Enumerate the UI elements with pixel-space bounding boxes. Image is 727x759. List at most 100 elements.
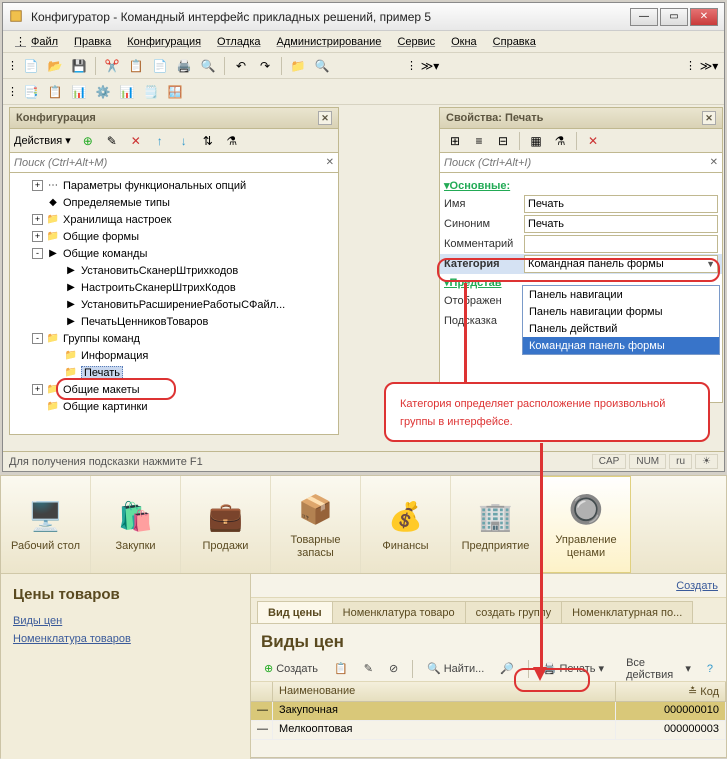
print-button2[interactable]: 🖨️Печать ▾ — [538, 660, 609, 677]
tree-item[interactable]: +📁Общие формы — [14, 228, 334, 245]
sort-icon[interactable]: ⇅ — [197, 131, 219, 151]
down-icon[interactable]: ↓ — [173, 131, 195, 151]
tree-item[interactable]: +📁Общие макеты — [14, 381, 334, 398]
tab-nom-po[interactable]: Номенклатурная по... — [561, 601, 693, 623]
close-button[interactable]: ✕ — [690, 8, 718, 26]
mark-button[interactable]: ⊘ — [384, 660, 403, 677]
link-nomenclature[interactable]: Номенклатура товаров — [13, 633, 238, 645]
tab-create-group[interactable]: создать группу — [465, 601, 562, 623]
nav-item[interactable]: 🔘Управление ценами — [541, 476, 631, 573]
menu-debug[interactable]: Отладка — [211, 34, 266, 50]
tab-price-type[interactable]: Вид цены — [257, 601, 333, 623]
menu-config[interactable]: Конфигурация — [121, 34, 207, 50]
chevron-down-icon[interactable]: ▼ — [706, 259, 715, 269]
save-button[interactable]: 💾 — [68, 56, 90, 76]
compare-button[interactable]: 🔍 — [197, 56, 219, 76]
tree-item[interactable]: ▶УстановитьСканерШтрихкодов — [14, 262, 334, 279]
expand-icon[interactable]: + — [32, 231, 43, 242]
t2-2[interactable]: 📋 — [44, 82, 66, 102]
nav-item[interactable]: 🏢Предприятие — [451, 476, 541, 573]
props-search-input[interactable] — [444, 157, 710, 169]
t2-6[interactable]: 🗒️ — [140, 82, 162, 102]
help-button[interactable]: ? — [702, 661, 718, 677]
expand-icon[interactable]: - — [32, 248, 43, 259]
cut-button[interactable]: ✂️ — [101, 56, 123, 76]
expand-icon[interactable]: + — [32, 214, 43, 225]
opt-actions-panel[interactable]: Панель действий — [523, 320, 719, 337]
clear-search2-icon[interactable]: ✕ — [710, 157, 718, 168]
find-button[interactable]: 🔍Найти... — [422, 660, 489, 677]
p-t3[interactable]: ⊟ — [492, 131, 514, 151]
table-row[interactable]: —Закупочная000000010 — [251, 702, 726, 721]
table-row[interactable]: —Мелкооптовая000000003 — [251, 721, 726, 740]
menu-windows[interactable]: Окна — [445, 34, 483, 50]
menu-admin[interactable]: Администрирование — [271, 34, 388, 50]
menu-edit[interactable]: Правка — [68, 34, 117, 50]
p-t1[interactable]: ⊞ — [444, 131, 466, 151]
section-main[interactable]: ▾Основные: — [444, 177, 718, 194]
config-search-input[interactable] — [14, 157, 326, 169]
col-name[interactable]: Наименование — [273, 682, 616, 701]
name-input[interactable] — [524, 195, 718, 213]
nav-item[interactable]: 💰Финансы — [361, 476, 451, 573]
nav-item[interactable]: 📦Товарные запасы — [271, 476, 361, 573]
p-t6[interactable]: ✕ — [582, 131, 604, 151]
nav-item[interactable]: 💼Продажи — [181, 476, 271, 573]
syn-input[interactable] — [524, 215, 718, 233]
menu-service[interactable]: Сервис — [391, 34, 441, 50]
category-combo[interactable]: Командная панель формы▼ — [524, 255, 718, 273]
config-panel-close[interactable]: ✕ — [318, 111, 332, 125]
edit2-icon[interactable]: ✎ — [101, 131, 123, 151]
new-button[interactable]: 📄 — [20, 56, 42, 76]
t2-4[interactable]: ⚙️ — [92, 82, 114, 102]
tree-item[interactable]: ▶УстановитьРасширениеРаботыСФайл... — [14, 296, 334, 313]
opt-nav-form[interactable]: Панель навигации формы — [523, 303, 719, 320]
maximize-button[interactable]: ▭ — [660, 8, 688, 26]
tree-item[interactable]: ▶ПечатьЦенниковТоваров — [14, 313, 334, 330]
filter-icon[interactable]: ⚗ — [221, 131, 243, 151]
delete-icon[interactable]: ✕ — [125, 131, 147, 151]
chevrons-icon[interactable]: ≫▾ — [419, 56, 441, 76]
expand-icon[interactable]: - — [32, 333, 43, 344]
nav-item[interactable]: 🖥️Рабочий стол — [1, 476, 91, 573]
all-actions-button[interactable]: Все действия ▾ — [621, 655, 696, 683]
print-button[interactable]: 🖨️ — [173, 56, 195, 76]
col-code[interactable]: ≛ Код — [616, 682, 726, 701]
clear-find-button[interactable]: 🔎 — [495, 660, 519, 677]
tree-item[interactable]: 📁Информация — [14, 347, 334, 364]
expand-icon[interactable]: + — [32, 180, 43, 191]
tree-item[interactable]: +📁Хранилища настроек — [14, 211, 334, 228]
menu-help[interactable]: Справка — [487, 34, 542, 50]
menu-file[interactable]: Файл — [25, 34, 64, 50]
opt-cmd-panel[interactable]: Командная панель формы — [523, 337, 719, 354]
create-button[interactable]: ⊕Создать — [259, 660, 323, 677]
redo-button[interactable]: ↷ — [254, 56, 276, 76]
t2-7[interactable]: 🪟 — [164, 82, 186, 102]
paste-button[interactable]: 📄 — [149, 56, 171, 76]
p-t2[interactable]: ≡ — [468, 131, 490, 151]
chevrons2-icon[interactable]: ≫▾ — [698, 56, 720, 76]
tree-item[interactable]: +⋯Параметры функциональных опций — [14, 177, 334, 194]
search-button[interactable]: 🔍 — [311, 56, 333, 76]
copy-button[interactable]: 📋 — [125, 56, 147, 76]
actions-menu[interactable]: Действия ▾ — [14, 134, 71, 147]
t2-1[interactable]: 📑 — [20, 82, 42, 102]
add-icon[interactable]: ⊕ — [77, 131, 99, 151]
create-link[interactable]: Создать — [676, 580, 718, 592]
link-price-types[interactable]: Виды цен — [13, 615, 238, 627]
t2-3[interactable]: 📊 — [68, 82, 90, 102]
clear-search-icon[interactable]: ✕ — [326, 157, 334, 168]
up-icon[interactable]: ↑ — [149, 131, 171, 151]
nav-item[interactable]: 🛍️Закупки — [91, 476, 181, 573]
tree-item[interactable]: -▶Общие команды — [14, 245, 334, 262]
tree-item[interactable]: 📁Печать — [14, 364, 334, 381]
tree-item[interactable]: ▶НастроитьСканерШтрихКодов — [14, 279, 334, 296]
folder-button[interactable]: 📁 — [287, 56, 309, 76]
props-search[interactable]: ✕ — [439, 153, 723, 173]
t2-5[interactable]: 📊 — [116, 82, 138, 102]
p-t4[interactable]: ▦ — [525, 131, 547, 151]
p-t5[interactable]: ⚗ — [549, 131, 571, 151]
category-dropdown[interactable]: Панель навигации Панель навигации формы … — [522, 285, 720, 355]
config-tree[interactable]: +⋯Параметры функциональных опций◆Определ… — [9, 173, 339, 435]
tree-item[interactable]: -📁Группы команд — [14, 330, 334, 347]
